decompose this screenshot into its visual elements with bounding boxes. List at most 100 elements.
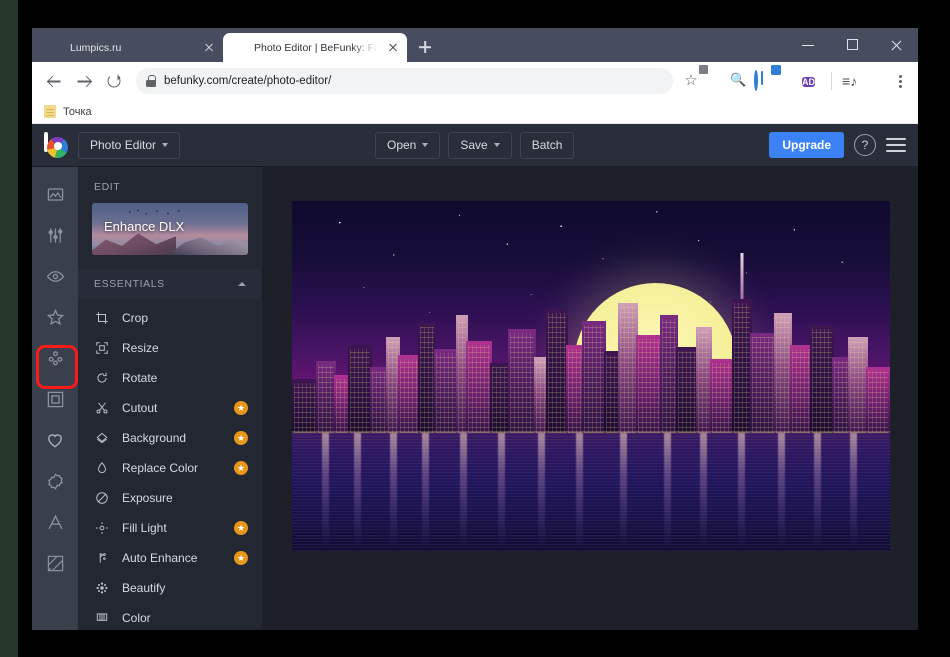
color-icon xyxy=(94,610,110,626)
tool-rail xyxy=(32,167,78,630)
browser-tab-lumpics[interactable]: Lumpics.ru xyxy=(39,33,223,62)
shopping-bag-icon[interactable] xyxy=(778,72,797,91)
search-icon[interactable]: 🔍 xyxy=(730,72,749,91)
profile-avatar[interactable] xyxy=(866,72,885,91)
promo-label: Enhance DLX xyxy=(104,219,184,234)
rail-item-frames[interactable] xyxy=(40,384,70,414)
desktop-left-strip xyxy=(0,0,18,657)
bookmark-icon xyxy=(44,105,56,118)
save-button[interactable]: Save xyxy=(448,132,511,159)
open-label: Open xyxy=(387,138,416,152)
rail-item-graphics[interactable] xyxy=(40,425,70,455)
menu-item-rotate[interactable]: Rotate xyxy=(78,363,262,393)
befunky-logo[interactable] xyxy=(44,132,68,158)
adblock-icon[interactable] xyxy=(706,72,725,91)
background-icon xyxy=(94,430,110,446)
tab-strip: Lumpics.ru Photo Editor | BeFunky: Free … xyxy=(32,28,918,62)
rail-item-textures[interactable] xyxy=(40,548,70,578)
batch-button[interactable]: Batch xyxy=(520,132,575,159)
mountain-left xyxy=(92,231,176,255)
globe-icon[interactable] xyxy=(754,72,773,91)
rail-item-artsy[interactable] xyxy=(40,343,70,373)
close-tab-icon[interactable] xyxy=(201,40,217,56)
reading-list-icon[interactable]: ≡♪ xyxy=(842,72,861,91)
hamburger-icon[interactable] xyxy=(886,137,906,153)
menu-item-exposure[interactable]: Exposure xyxy=(78,483,262,513)
mode-selector[interactable]: Photo Editor xyxy=(78,132,180,159)
rail-item-adjust[interactable] xyxy=(40,220,70,250)
edit-panel: EDIT Enhance DLX ESSENTIALS xyxy=(78,167,262,630)
essentials-section-header[interactable]: ESSENTIALS xyxy=(78,269,262,299)
menu-item-label: Fill Light xyxy=(122,521,222,535)
back-button[interactable] xyxy=(40,67,68,95)
rail-item-effects[interactable] xyxy=(40,302,70,332)
scissors-icon xyxy=(94,400,110,416)
header-actions: Open Save Batch xyxy=(375,132,574,159)
pro-badge xyxy=(234,521,248,535)
exposure-icon xyxy=(94,490,110,506)
address-bar[interactable]: befunky.com/create/photo-editor/ xyxy=(136,68,673,94)
photo-canvas[interactable] xyxy=(292,201,890,551)
beautify-icon xyxy=(94,580,110,596)
enhance-dlx-promo[interactable]: Enhance DLX xyxy=(92,203,248,255)
address-bar-url: befunky.com/create/photo-editor/ xyxy=(164,75,331,87)
batch-label: Batch xyxy=(532,138,563,152)
menu-item-resize[interactable]: Resize xyxy=(78,333,262,363)
menu-item-label: Auto Enhance xyxy=(122,551,222,565)
reload-button[interactable] xyxy=(100,67,128,95)
menu-item-cutout[interactable]: Cutout xyxy=(78,393,262,423)
bookmarks-bar: Точка xyxy=(32,100,918,124)
rotate-icon xyxy=(94,370,110,386)
menu-item-background[interactable]: Background xyxy=(78,423,262,453)
browser-tab-befunky[interactable]: Photo Editor | BeFunky: Free Onl xyxy=(223,33,407,62)
open-button[interactable]: Open xyxy=(375,132,440,159)
pro-badge xyxy=(234,401,248,415)
pro-badge xyxy=(234,431,248,445)
menu-item-label: Color xyxy=(122,611,248,625)
menu-item-label: Resize xyxy=(122,341,248,355)
menu-item-color[interactable]: Color xyxy=(78,603,262,630)
rail-item-retouch[interactable] xyxy=(40,261,70,291)
close-window-button[interactable] xyxy=(874,28,918,62)
close-tab-icon[interactable] xyxy=(385,40,401,56)
menu-item-crop[interactable]: Crop xyxy=(78,303,262,333)
befunky-favicon xyxy=(233,41,247,55)
droplet-icon xyxy=(94,460,110,476)
fill-light-icon xyxy=(94,520,110,536)
chevron-down-icon xyxy=(494,143,500,147)
upgrade-button[interactable]: Upgrade xyxy=(769,132,844,158)
menu-item-beautify[interactable]: Beautify xyxy=(78,573,262,603)
menu-item-label: Replace Color xyxy=(122,461,222,475)
menu-item-replace-color[interactable]: Replace Color xyxy=(78,453,262,483)
rail-item-text[interactable] xyxy=(40,507,70,537)
befunky-app: Photo Editor Open Save Batch Upgrade ? xyxy=(32,124,918,630)
menu-item-label: Crop xyxy=(122,311,248,325)
chrome-menu-icon[interactable] xyxy=(890,71,910,91)
app-header: Photo Editor Open Save Batch Upgrade ? xyxy=(32,124,918,167)
crop-icon xyxy=(94,310,110,326)
menu-item-label: Cutout xyxy=(122,401,222,415)
lumpics-favicon xyxy=(49,41,63,55)
chevron-down-icon xyxy=(422,143,428,147)
menu-item-fill-light[interactable]: Fill Light xyxy=(78,513,262,543)
forward-button[interactable] xyxy=(70,67,98,95)
menu-item-label: Beautify xyxy=(122,581,248,595)
tab-title: Photo Editor | BeFunky: Free Onl xyxy=(254,42,378,54)
maximize-button[interactable] xyxy=(830,28,874,62)
help-icon[interactable]: ? xyxy=(854,134,876,156)
new-tab-button[interactable] xyxy=(411,33,439,61)
rail-item-overlays[interactable] xyxy=(40,466,70,496)
menu-item-auto-enhance[interactable]: Auto Enhance xyxy=(78,543,262,573)
auto-enhance-icon xyxy=(94,550,110,566)
minimize-button[interactable] xyxy=(786,28,830,62)
rail-item-image[interactable] xyxy=(40,179,70,209)
canvas-area[interactable] xyxy=(262,167,918,630)
water-reflection xyxy=(292,433,890,551)
toolbar-divider xyxy=(831,72,832,90)
extensions-area: 🔍 AD ≡♪ xyxy=(703,71,910,91)
ad-purple-icon[interactable]: AD xyxy=(802,72,821,91)
tab-title: Lumpics.ru xyxy=(70,42,194,54)
bookmark-item-tochka[interactable]: Точка xyxy=(63,106,92,118)
bookmark-star-icon[interactable]: ☆ xyxy=(681,71,701,91)
save-label: Save xyxy=(460,138,487,152)
